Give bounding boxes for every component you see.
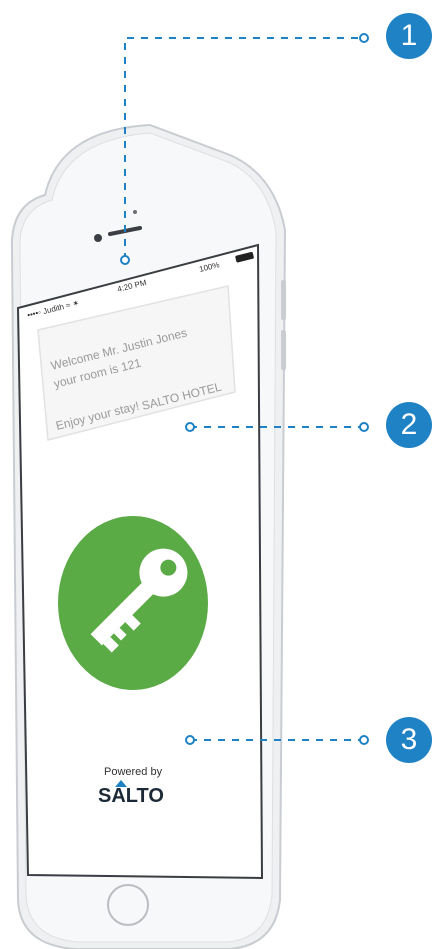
camera-lens — [94, 234, 102, 242]
salto-logo: SALTO — [98, 785, 164, 807]
volume-down-button — [281, 330, 286, 370]
scene: ••••◦ Judith ≈ ✶ 4:20 PM 100% Welcome Mr… — [10, 33, 369, 949]
callout-badge-3: 3 — [386, 717, 432, 763]
powered-by-label: Powered by — [104, 766, 163, 778]
proximity-sensor — [133, 210, 137, 214]
key-button[interactable] — [58, 516, 208, 690]
footer: Powered by SALTO — [98, 766, 164, 807]
callout-badge-2: 2 — [386, 402, 432, 448]
volume-up-button — [281, 280, 286, 320]
home-button[interactable] — [107, 884, 149, 926]
callout-badge-1: 1 — [386, 13, 432, 59]
